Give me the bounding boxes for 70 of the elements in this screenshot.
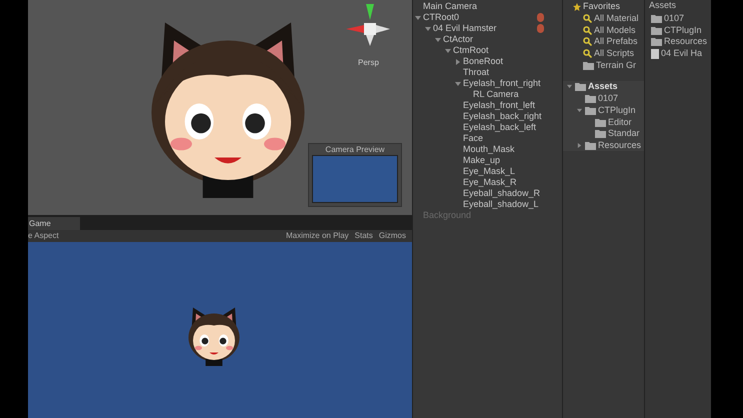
hierarchy-item[interactable]: Eyelash_front_right xyxy=(463,79,541,88)
hierarchy-item[interactable]: Eye_Mask_R xyxy=(463,178,517,187)
folder-label[interactable]: Standar xyxy=(608,129,640,138)
scene-gizmo-icon[interactable] xyxy=(346,2,390,46)
hierarchy-item[interactable]: Make_up xyxy=(463,156,500,165)
folder-icon xyxy=(575,82,586,92)
expand-arrow-icon[interactable] xyxy=(435,36,441,42)
search-icon xyxy=(583,14,592,24)
search-icon xyxy=(583,49,592,58)
folder-icon xyxy=(585,94,596,104)
game-tab[interactable]: Game xyxy=(28,217,80,230)
file-item[interactable]: 04 Evil Ha xyxy=(661,49,702,58)
view-mode-label[interactable]: Persp xyxy=(358,57,379,69)
search-icon xyxy=(583,37,592,46)
folder-icon xyxy=(651,26,662,35)
file-icon xyxy=(651,48,659,59)
favorite-item[interactable]: All Models xyxy=(594,26,636,35)
hierarchy-item[interactable]: Eyeball_shadow_L xyxy=(463,200,539,209)
expand-arrow-icon[interactable] xyxy=(567,84,572,90)
folder-icon xyxy=(595,118,606,127)
folder-label[interactable]: Resources xyxy=(598,140,642,150)
expand-arrow-icon[interactable] xyxy=(455,80,461,86)
folder-label[interactable]: 0107 xyxy=(598,94,618,104)
toolbar-toggle[interactable]: Gizmos xyxy=(378,230,406,242)
expand-arrow-icon[interactable] xyxy=(415,14,421,20)
folder-icon xyxy=(583,60,594,70)
hierarchy-item[interactable]: Eyelash_front_left xyxy=(463,101,536,110)
hierarchy-item[interactable]: CTRoot0 xyxy=(423,13,460,22)
folder-label[interactable]: CTPlugIn xyxy=(598,106,636,115)
folder-label[interactable]: Editor xyxy=(608,118,632,127)
breadcrumb-label[interactable]: Assets xyxy=(645,1,711,13)
hierarchy-item[interactable]: CtActor xyxy=(443,35,474,44)
hierarchy-item[interactable]: Mouth_Mask xyxy=(463,145,515,154)
file-item[interactable]: 0107 xyxy=(664,14,684,24)
file-item[interactable]: CTPlugIn xyxy=(664,26,702,35)
star-icon xyxy=(573,2,581,11)
expand-arrow-icon[interactable] xyxy=(445,48,451,54)
aspect-dropdown[interactable]: e Aspect xyxy=(28,230,128,242)
favorite-item[interactable]: All Scripts xyxy=(594,49,634,58)
toolbar-toggle[interactable]: Stats xyxy=(354,230,373,242)
hierarchy-item[interactable]: Face xyxy=(463,134,484,143)
hierarchy-item[interactable]: Eyelash_back_left xyxy=(463,123,536,132)
hierarchy-item[interactable]: Eye_Mask_L xyxy=(463,167,516,176)
favorite-item[interactable]: All Prefabs xyxy=(594,37,638,46)
expand-arrow-icon[interactable] xyxy=(577,142,582,148)
folder-icon xyxy=(651,14,662,24)
hierarchy-item[interactable]: CtmRoot xyxy=(453,46,489,55)
panel-title: Camera Preview xyxy=(324,144,386,155)
folder-icon xyxy=(585,140,596,150)
search-icon xyxy=(583,26,592,35)
hierarchy-item[interactable]: RL Camera xyxy=(473,90,519,99)
favorite-item[interactable]: All Material xyxy=(594,14,639,24)
expand-arrow-icon[interactable] xyxy=(425,26,431,32)
section-header[interactable]: Favorites xyxy=(583,2,620,12)
expand-arrow-icon[interactable] xyxy=(577,108,582,113)
hierarchy-item[interactable]: Eyeball_shadow_R xyxy=(463,189,540,198)
favorite-item[interactable]: Terrain Gr xyxy=(596,60,636,70)
hierarchy-item[interactable]: Throat xyxy=(463,68,490,77)
hierarchy-item[interactable]: 04 Evil Hamster xyxy=(433,24,497,33)
scene-view[interactable]: Persp Camera Preview xyxy=(28,0,412,215)
file-item[interactable]: Resources xyxy=(664,37,708,46)
hierarchy-item[interactable]: Main Camera xyxy=(423,2,478,11)
toolbar-toggle[interactable]: Maximize on Play xyxy=(286,230,349,242)
folder-icon xyxy=(585,106,596,115)
expand-arrow-icon[interactable] xyxy=(455,58,461,64)
folder-label[interactable]: Assets xyxy=(588,82,618,92)
folder-icon xyxy=(595,129,606,138)
folder-icon xyxy=(651,37,662,46)
hierarchy-item[interactable]: BoneRoot xyxy=(463,57,504,66)
hierarchy-item[interactable]: Eyelash_back_right xyxy=(463,112,542,121)
